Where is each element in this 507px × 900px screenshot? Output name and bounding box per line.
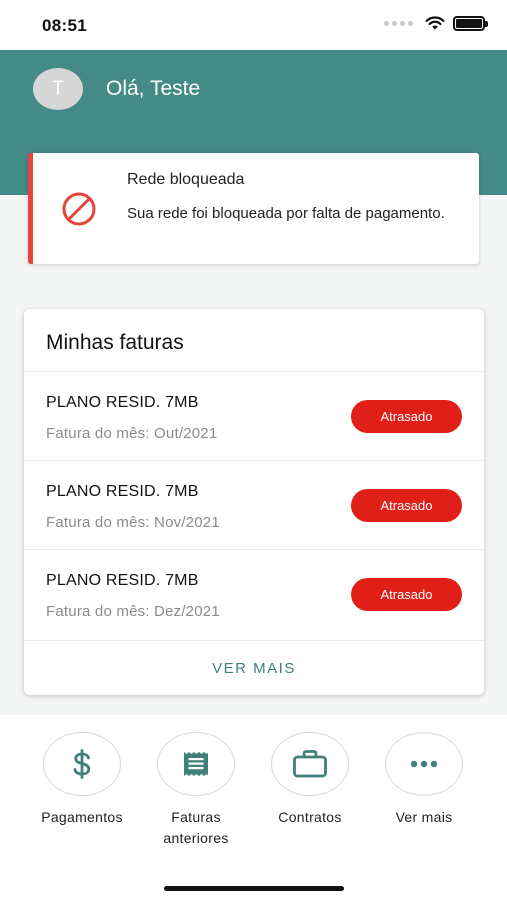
invoice-row[interactable]: PLANO RESID. 7MB Fatura do mês: Dez/2021… — [24, 549, 484, 638]
wifi-icon — [425, 16, 445, 30]
action-label: Faturas anteriores — [163, 809, 229, 846]
action-label: Pagamentos — [41, 809, 123, 825]
greeting: Olá, Teste — [106, 77, 201, 100]
quick-actions: Pagamentos Faturas anteriores Contratos — [0, 713, 507, 900]
action-see-more[interactable]: Ver mais — [369, 732, 479, 828]
more-dots-icon — [410, 760, 438, 768]
signal-icon — [384, 21, 413, 26]
invoice-month: Fatura do mês: Dez/2021 — [46, 603, 220, 620]
invoice-plan: PLANO RESID. 7MB — [46, 394, 199, 411]
briefcase-icon — [293, 750, 327, 778]
invoice-row[interactable]: PLANO RESID. 7MB Fatura do mês: Out/2021… — [24, 371, 484, 460]
alert-message: Sua rede foi bloqueada por falta de paga… — [127, 205, 445, 222]
action-previous-invoices[interactable]: Faturas anteriores — [141, 732, 251, 849]
invoices-card: Minhas faturas PLANO RESID. 7MB Fatura d… — [24, 309, 484, 695]
battery-icon — [453, 16, 488, 31]
action-circle[interactable] — [43, 732, 121, 796]
alert-title: Rede bloqueada — [127, 171, 245, 188]
action-circle[interactable] — [157, 732, 235, 796]
action-label: Ver mais — [395, 809, 453, 825]
status-bar: 08:51 — [0, 0, 507, 50]
dollar-icon — [73, 749, 91, 779]
blocked-icon — [62, 192, 96, 226]
invoice-plan: PLANO RESID. 7MB — [46, 483, 199, 500]
action-payments[interactable]: Pagamentos — [27, 732, 137, 828]
home-indicator — [164, 886, 344, 891]
invoice-row[interactable]: PLANO RESID. 7MB Fatura do mês: Nov/2021… — [24, 460, 484, 549]
status-icons — [384, 16, 488, 31]
action-circle[interactable] — [385, 732, 463, 796]
status-badge: Atrasado — [351, 400, 462, 433]
status-badge: Atrasado — [351, 578, 462, 611]
status-badge: Atrasado — [351, 489, 462, 522]
action-contracts[interactable]: Contratos — [255, 732, 365, 828]
see-more-button[interactable]: VER MAIS — [24, 640, 484, 695]
status-time: 08:51 — [42, 16, 87, 35]
invoice-plan: PLANO RESID. 7MB — [46, 572, 199, 589]
invoice-month: Fatura do mês: Out/2021 — [46, 425, 218, 442]
invoices-title: Minhas faturas — [46, 331, 184, 354]
receipt-icon — [184, 752, 208, 776]
action-label: Contratos — [278, 809, 342, 825]
invoice-month: Fatura do mês: Nov/2021 — [46, 514, 220, 531]
action-circle[interactable] — [271, 732, 349, 796]
avatar[interactable]: T — [33, 68, 83, 110]
alert-card: Rede bloqueada Sua rede foi bloqueada po… — [28, 153, 479, 264]
